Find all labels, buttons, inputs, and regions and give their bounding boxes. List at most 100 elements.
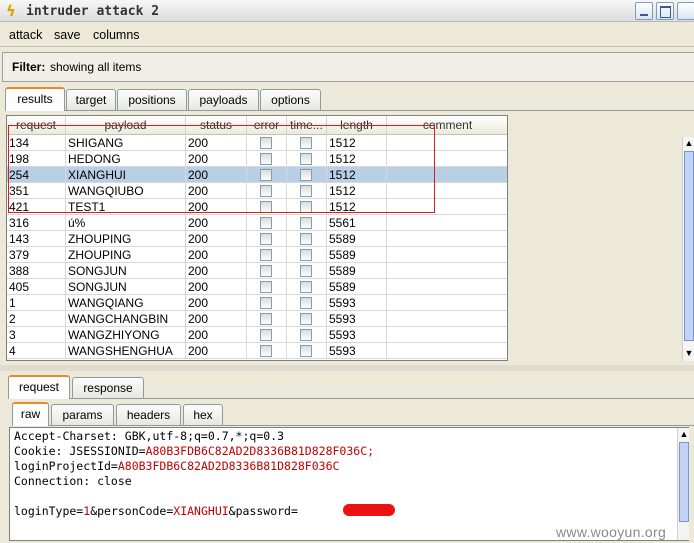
table-row[interactable]: 4 WANGSHENGHUA 200 5593 bbox=[7, 343, 507, 359]
tab-target[interactable]: target bbox=[66, 89, 116, 111]
table-row[interactable]: 405 SONGJUN 200 5589 bbox=[7, 279, 507, 295]
column-header-payload[interactable]: payload bbox=[66, 116, 186, 135]
timeout-checkbox[interactable] bbox=[300, 249, 312, 261]
scroll-up-arrow-icon[interactable]: ▲ bbox=[684, 137, 694, 149]
window-title: intruder attack 2 bbox=[26, 4, 160, 19]
error-checkbox[interactable] bbox=[260, 297, 272, 309]
close-button[interactable] bbox=[677, 2, 694, 20]
error-checkbox[interactable] bbox=[260, 217, 272, 229]
timeout-checkbox[interactable] bbox=[300, 233, 312, 245]
cell-status: 200 bbox=[186, 199, 247, 215]
error-checkbox[interactable] bbox=[260, 169, 272, 181]
table-scrollbar[interactable]: ▲ ▼ bbox=[682, 137, 694, 361]
menu-save[interactable]: save bbox=[54, 28, 80, 42]
editor-scroll-up-arrow-icon[interactable]: ▲ bbox=[679, 428, 689, 440]
editor-scrollbar[interactable]: ▲ bbox=[677, 428, 689, 540]
cell-comment bbox=[387, 231, 507, 247]
timeout-checkbox[interactable] bbox=[300, 169, 312, 181]
column-header-timeout[interactable]: time... bbox=[287, 116, 327, 135]
tab-response[interactable]: response bbox=[72, 377, 144, 399]
timeout-checkbox[interactable] bbox=[300, 137, 312, 149]
error-checkbox[interactable] bbox=[260, 329, 272, 341]
cell-comment bbox=[387, 311, 507, 327]
cell-payload: XIANGHUI bbox=[66, 167, 186, 183]
cell-length: 1512 bbox=[327, 135, 387, 151]
cell-timeout bbox=[287, 263, 327, 279]
cell-payload: WANGSHENGHUA bbox=[66, 343, 186, 359]
error-checkbox[interactable] bbox=[260, 249, 272, 261]
menu-columns[interactable]: columns bbox=[93, 28, 140, 42]
tab-params[interactable]: params bbox=[51, 404, 114, 426]
cell-comment bbox=[387, 215, 507, 231]
timeout-checkbox[interactable] bbox=[300, 217, 312, 229]
table-row[interactable]: 143 ZHOUPING 200 5589 bbox=[7, 231, 507, 247]
column-header-error[interactable]: error bbox=[247, 116, 287, 135]
table-row[interactable]: 1 WANGQIANG 200 5593 bbox=[7, 295, 507, 311]
cell-length: 1512 bbox=[327, 183, 387, 199]
timeout-checkbox[interactable] bbox=[300, 201, 312, 213]
filter-bar[interactable]: Filter: showing all items bbox=[2, 52, 694, 82]
timeout-checkbox[interactable] bbox=[300, 185, 312, 197]
error-checkbox[interactable] bbox=[260, 153, 272, 165]
header-accept-charset: Accept-Charset: GBK,utf-8;q=0.7,*;q=0.3 bbox=[14, 429, 285, 443]
menu-attack[interactable]: attack bbox=[9, 28, 42, 42]
tab-request[interactable]: request bbox=[8, 375, 70, 399]
error-checkbox[interactable] bbox=[260, 345, 272, 357]
column-header-comment[interactable]: comment bbox=[387, 116, 507, 135]
cell-payload: TEST1 bbox=[66, 199, 186, 215]
cell-length: 1512 bbox=[327, 167, 387, 183]
timeout-checkbox[interactable] bbox=[300, 265, 312, 277]
tab-results[interactable]: results bbox=[5, 87, 65, 111]
timeout-checkbox[interactable] bbox=[300, 329, 312, 341]
tab-raw[interactable]: raw bbox=[12, 402, 49, 426]
timeout-checkbox[interactable] bbox=[300, 297, 312, 309]
cell-error bbox=[247, 343, 287, 359]
table-row[interactable]: 351 WANGQIUBO 200 1512 bbox=[7, 183, 507, 199]
minimize-button[interactable] bbox=[635, 2, 653, 20]
error-checkbox[interactable] bbox=[260, 281, 272, 293]
scroll-down-arrow-icon[interactable]: ▼ bbox=[684, 347, 694, 359]
tab-positions[interactable]: positions bbox=[117, 89, 187, 111]
table-row[interactable]: 379 ZHOUPING 200 5589 bbox=[7, 247, 507, 263]
error-checkbox[interactable] bbox=[260, 265, 272, 277]
column-header-status[interactable]: status bbox=[186, 116, 247, 135]
table-row[interactable]: 198 HEDONG 200 1512 bbox=[7, 151, 507, 167]
cell-payload: HEDONG bbox=[66, 151, 186, 167]
timeout-checkbox[interactable] bbox=[300, 345, 312, 357]
timeout-checkbox[interactable] bbox=[300, 313, 312, 325]
cell-length: 5593 bbox=[327, 327, 387, 343]
cell-timeout bbox=[287, 247, 327, 263]
split-pane-divider[interactable] bbox=[0, 365, 694, 371]
timeout-checkbox[interactable] bbox=[300, 281, 312, 293]
table-row[interactable]: 254 XIANGHUI 200 1512 bbox=[7, 167, 507, 183]
tab-hex[interactable]: hex bbox=[183, 404, 223, 426]
maximize-button[interactable] bbox=[656, 2, 674, 20]
error-checkbox[interactable] bbox=[260, 185, 272, 197]
cell-error bbox=[247, 215, 287, 231]
column-header-request[interactable]: request bbox=[7, 116, 66, 135]
tab-options[interactable]: options bbox=[260, 89, 321, 111]
cell-length: 5589 bbox=[327, 263, 387, 279]
timeout-checkbox[interactable] bbox=[300, 153, 312, 165]
cell-error bbox=[247, 247, 287, 263]
scroll-thumb[interactable] bbox=[684, 151, 694, 341]
cell-status: 200 bbox=[186, 343, 247, 359]
table-row[interactable]: 134 SHIGANG 200 1512 bbox=[7, 135, 507, 151]
cell-timeout bbox=[287, 327, 327, 343]
cell-status: 200 bbox=[186, 183, 247, 199]
error-checkbox[interactable] bbox=[260, 137, 272, 149]
results-table[interactable]: request payload status error time... len… bbox=[6, 115, 508, 361]
error-checkbox[interactable] bbox=[260, 201, 272, 213]
table-row[interactable]: 421 TEST1 200 1512 bbox=[7, 199, 507, 215]
tab-payloads[interactable]: payloads bbox=[188, 89, 259, 111]
table-row[interactable]: 316 ú% 200 5561 bbox=[7, 215, 507, 231]
table-row[interactable]: 388 SONGJUN 200 5589 bbox=[7, 263, 507, 279]
table-row[interactable]: 2 WANGCHANGBIN 200 5593 bbox=[7, 311, 507, 327]
table-row[interactable]: 3 WANGZHIYONG 200 5593 bbox=[7, 327, 507, 343]
error-checkbox[interactable] bbox=[260, 233, 272, 245]
error-checkbox[interactable] bbox=[260, 313, 272, 325]
editor-scroll-thumb[interactable] bbox=[679, 442, 689, 522]
cell-status: 200 bbox=[186, 215, 247, 231]
column-header-length[interactable]: length bbox=[327, 116, 387, 135]
tab-headers[interactable]: headers bbox=[116, 404, 181, 426]
